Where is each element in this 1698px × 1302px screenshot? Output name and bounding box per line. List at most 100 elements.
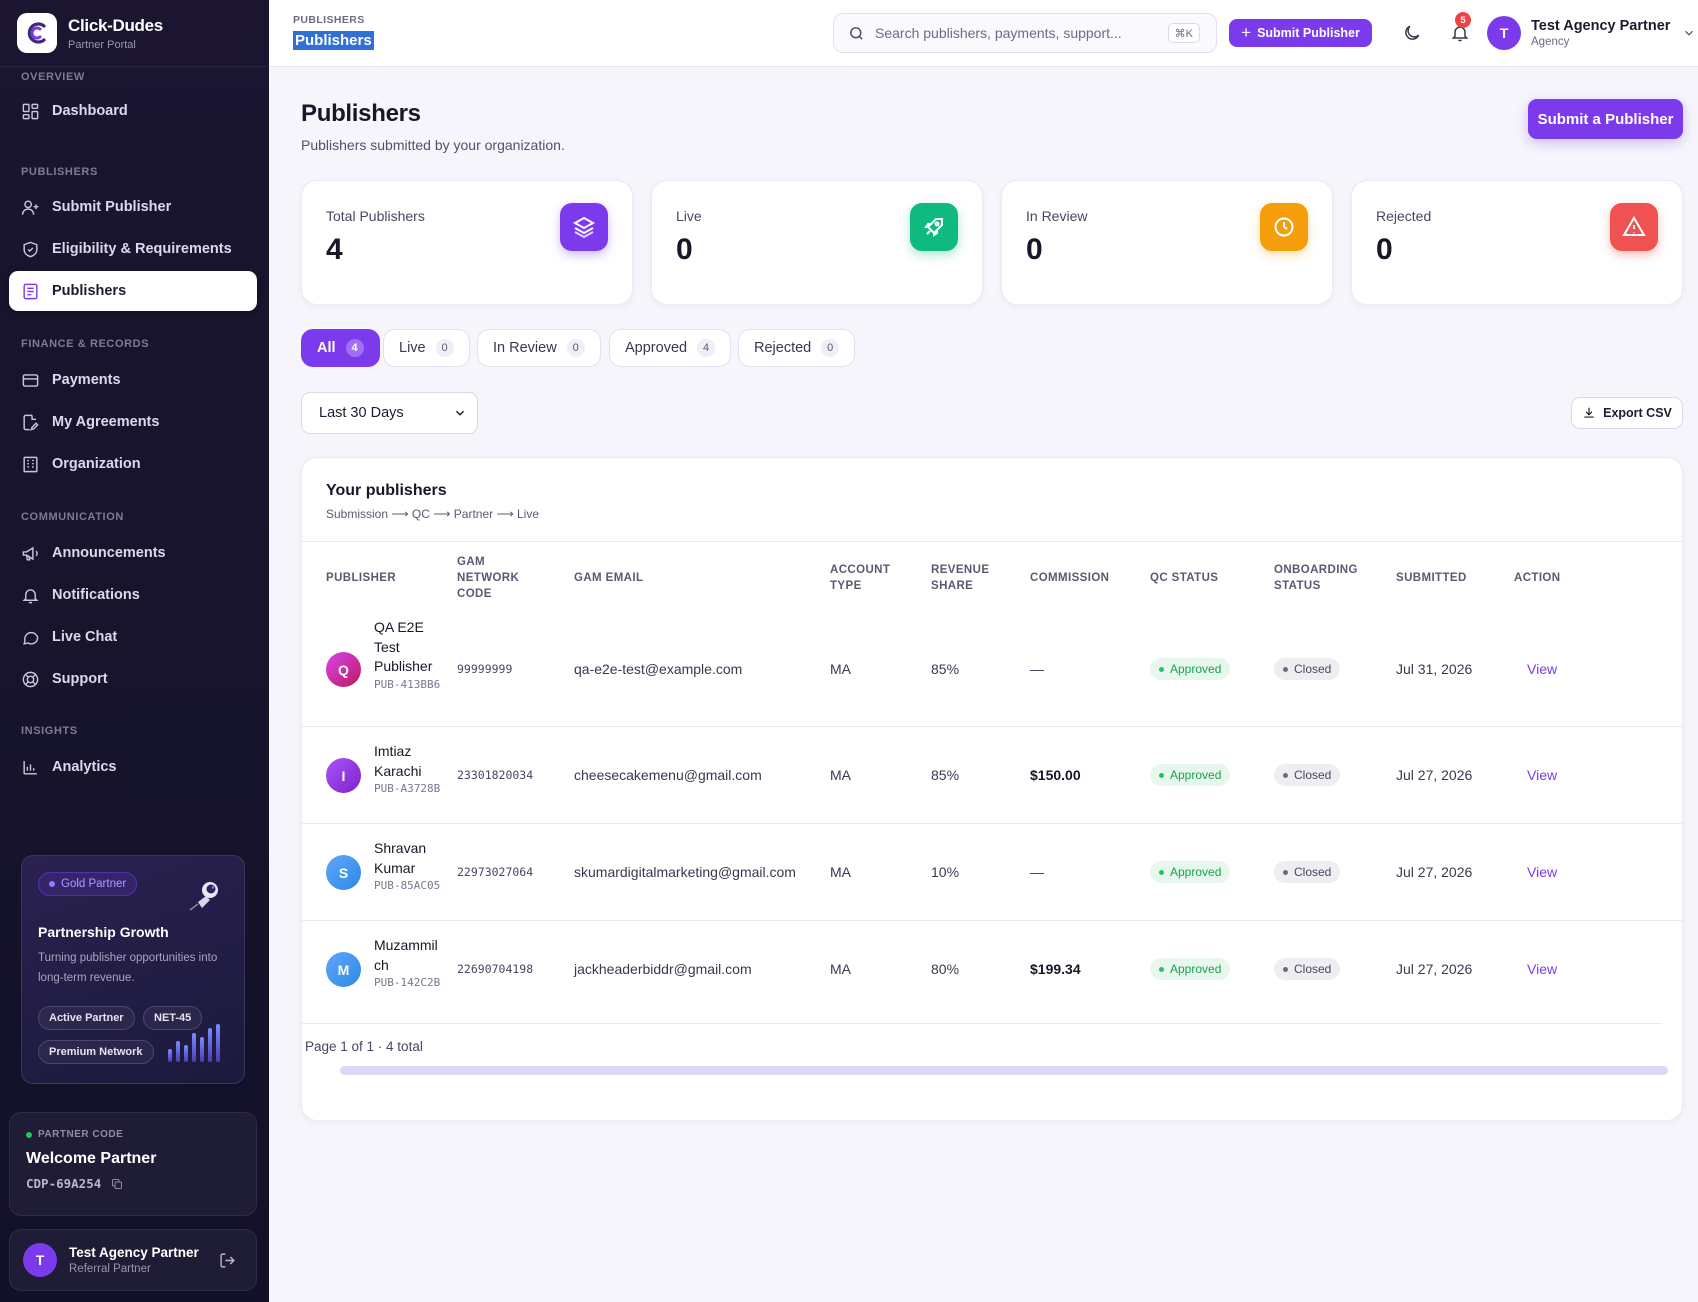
growth-bars — [168, 1024, 220, 1062]
qc-status-badge: Approved — [1150, 658, 1231, 680]
sidebar-item-payments[interactable]: Payments — [9, 360, 257, 400]
commission: — — [1030, 864, 1044, 880]
sidebar-item-dashboard[interactable]: Dashboard — [9, 91, 257, 131]
sidebar-item-live-chat[interactable]: Live Chat — [9, 617, 257, 657]
sidebar-item-organization[interactable]: Organization — [9, 444, 257, 484]
lifebuoy-icon — [22, 671, 39, 687]
column-header[interactable]: QC STATUS — [1150, 570, 1218, 586]
column-header[interactable]: COMMISSION — [1030, 570, 1109, 586]
clock-icon — [1260, 203, 1308, 251]
partner-promo-card: Gold Partner Partnership Growth Turning … — [21, 855, 245, 1084]
column-header[interactable]: ACTION — [1514, 570, 1560, 586]
sidebar-item-label: Publishers — [52, 283, 127, 299]
onboarding-status-badge: Closed — [1274, 764, 1341, 786]
submit-a-publisher-button[interactable]: Submit a Publisher — [1528, 99, 1683, 139]
column-header[interactable]: SUBMITTED — [1396, 570, 1467, 586]
breadcrumb-section: PUBLISHERS — [293, 14, 365, 26]
account-type: MA — [830, 961, 851, 977]
table-row[interactable]: Q QA E2E Test Publisher PUB-413BB6 99999… — [302, 612, 1682, 727]
gam-email: skumardigitalmarketing@gmail.com — [574, 864, 796, 880]
table-row[interactable]: S Shravan Kumar PUB-85AC05 22973027064 s… — [302, 824, 1682, 921]
date-range-select[interactable]: Last 30 Days — [301, 392, 478, 434]
stat-value: 0 — [676, 233, 693, 266]
stat-label: Rejected — [1376, 208, 1432, 224]
sidebar-item-label: Announcements — [52, 545, 166, 561]
growth-bar — [168, 1049, 172, 1062]
sidebar-item-agreements[interactable]: My Agreements — [9, 402, 257, 442]
logout-icon[interactable] — [219, 1252, 236, 1269]
column-header[interactable]: REVENUE SHARE — [931, 562, 1001, 594]
tab-approved[interactable]: Approved 4 — [609, 329, 732, 367]
sidebar-item-eligibility[interactable]: Eligibility & Requirements — [9, 229, 257, 269]
chevron-down-icon — [455, 410, 465, 416]
page-title: Publishers — [301, 100, 421, 127]
copy-icon[interactable] — [111, 1178, 123, 1190]
partner-code-label: PARTNER CODE — [26, 1129, 240, 1140]
brand-logo-icon — [17, 13, 57, 53]
user-menu[interactable]: T Test Agency Partner Agency — [1487, 16, 1696, 50]
search-icon — [850, 26, 863, 40]
growth-bar — [200, 1037, 204, 1062]
sidebar-item-label: Organization — [52, 456, 141, 472]
promo-title: Partnership Growth — [38, 924, 169, 940]
sidebar-item-notifications[interactable]: Notifications — [9, 575, 257, 615]
welcome-text: Welcome Partner — [26, 1150, 157, 1167]
commission: — — [1030, 661, 1044, 677]
export-csv-button[interactable]: Export CSV — [1571, 397, 1683, 429]
onboarding-status-badge: Closed — [1274, 958, 1341, 980]
tab-live[interactable]: Live 0 — [383, 329, 470, 367]
publisher-id: PUB-A3728B — [374, 782, 441, 795]
account-type: MA — [830, 661, 851, 677]
submitted-date: Jul 27, 2026 — [1396, 961, 1473, 977]
view-link[interactable]: View — [1527, 961, 1557, 977]
sidebar-item-analytics[interactable]: Analytics — [9, 747, 257, 787]
sidebar-user-card[interactable]: T Test Agency Partner Referral Partner — [9, 1229, 257, 1291]
brand-name: Click-Dudes — [68, 15, 163, 35]
gam-email: jackheaderbiddr@gmail.com — [574, 961, 752, 977]
table-row[interactable]: I Imtiaz Karachi PUB-A3728B 23301820034 … — [302, 727, 1682, 824]
sidebar-item-support[interactable]: Support — [9, 659, 257, 699]
tab-in-review[interactable]: In Review 0 — [477, 329, 601, 367]
submit-publisher-button[interactable]: + Submit Publisher — [1229, 19, 1372, 47]
network-code: 23301820034 — [457, 768, 534, 782]
tab-all[interactable]: All 4 — [301, 329, 380, 367]
dashboard-icon — [22, 103, 39, 119]
stat-label: Live — [676, 208, 702, 224]
tab-rejected[interactable]: Rejected 0 — [738, 329, 856, 367]
network-code: 99999999 — [457, 662, 513, 676]
view-link[interactable]: View — [1527, 864, 1557, 880]
column-header[interactable]: GAM EMAIL — [574, 570, 643, 586]
column-header[interactable]: GAM NETWORK CODE — [457, 554, 527, 602]
table-title: Your publishers — [326, 482, 447, 499]
column-header[interactable]: ACCOUNT TYPE — [830, 562, 900, 594]
section-title-overview: OVERVIEW — [21, 71, 85, 83]
theme-toggle-button[interactable] — [1400, 21, 1424, 45]
brand[interactable]: Click-Dudes Partner Portal — [0, 0, 269, 67]
partner-code-card: PARTNER CODE Welcome Partner CDP-69A254 — [9, 1112, 257, 1216]
search-input[interactable]: Search publishers, payments, support... … — [833, 13, 1217, 53]
chevron-down-icon — [1685, 30, 1694, 36]
stat-value: 0 — [1376, 233, 1393, 266]
column-header[interactable]: ONBOARDING STATUS — [1274, 562, 1364, 594]
publisher-id: PUB-85AC05 — [374, 879, 441, 892]
horizontal-scrollbar[interactable] — [340, 1066, 1668, 1075]
avatar: I — [326, 758, 361, 793]
sidebar-item-label: Analytics — [52, 759, 117, 775]
submitted-date: Jul 27, 2026 — [1396, 767, 1473, 783]
rocket-icon — [910, 203, 958, 251]
sidebar-item-label: Submit Publisher — [52, 199, 172, 215]
view-link[interactable]: View — [1527, 661, 1557, 677]
sidebar-item-announcements[interactable]: Announcements — [9, 533, 257, 573]
sidebar-item-submit-publisher[interactable]: Submit Publisher — [9, 187, 257, 227]
megaphone-icon — [22, 546, 38, 561]
view-link[interactable]: View — [1527, 767, 1557, 783]
gam-email: cheesecakemenu@gmail.com — [574, 767, 762, 783]
table-row[interactable]: M Muzammil ch PUB-142C2B 22690704198 jac… — [302, 921, 1682, 1018]
growth-bar — [176, 1041, 180, 1062]
sidebar-item-label: Payments — [52, 372, 121, 388]
column-header[interactable]: PUBLISHER — [326, 570, 396, 586]
publisher-name-cell: Imtiaz Karachi PUB-A3728B — [374, 742, 444, 797]
sidebar-item-publishers[interactable]: Publishers — [9, 271, 257, 311]
pill-active-partner: Active Partner — [38, 1006, 135, 1030]
sidebar-item-label: Support — [52, 671, 108, 687]
